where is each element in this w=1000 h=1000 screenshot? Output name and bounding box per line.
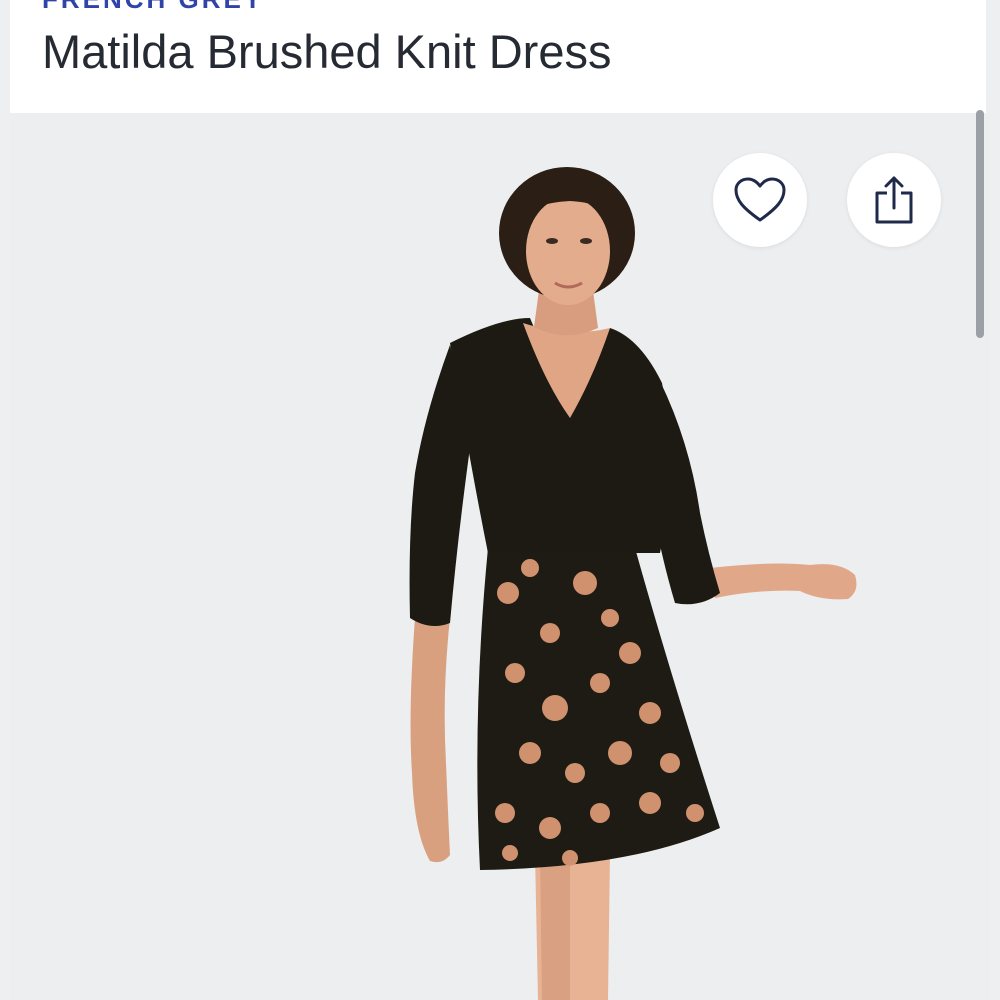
product-image-gallery[interactable] — [10, 113, 990, 1000]
share-upload-icon — [875, 176, 913, 224]
product-page: FRENCH GREY Matilda Brushed Knit Dress — [0, 0, 1000, 1000]
page-scrollbar[interactable] — [976, 110, 984, 338]
product-title: Matilda Brushed Knit Dress — [42, 25, 612, 78]
product-header: FRENCH GREY Matilda Brushed Knit Dress — [10, 0, 986, 113]
brand-name[interactable]: FRENCH GREY — [42, 0, 264, 15]
heart-outline-icon — [734, 177, 786, 222]
favorite-button[interactable] — [713, 153, 807, 247]
share-button[interactable] — [847, 153, 941, 247]
product-photo[interactable] — [10, 113, 990, 1000]
